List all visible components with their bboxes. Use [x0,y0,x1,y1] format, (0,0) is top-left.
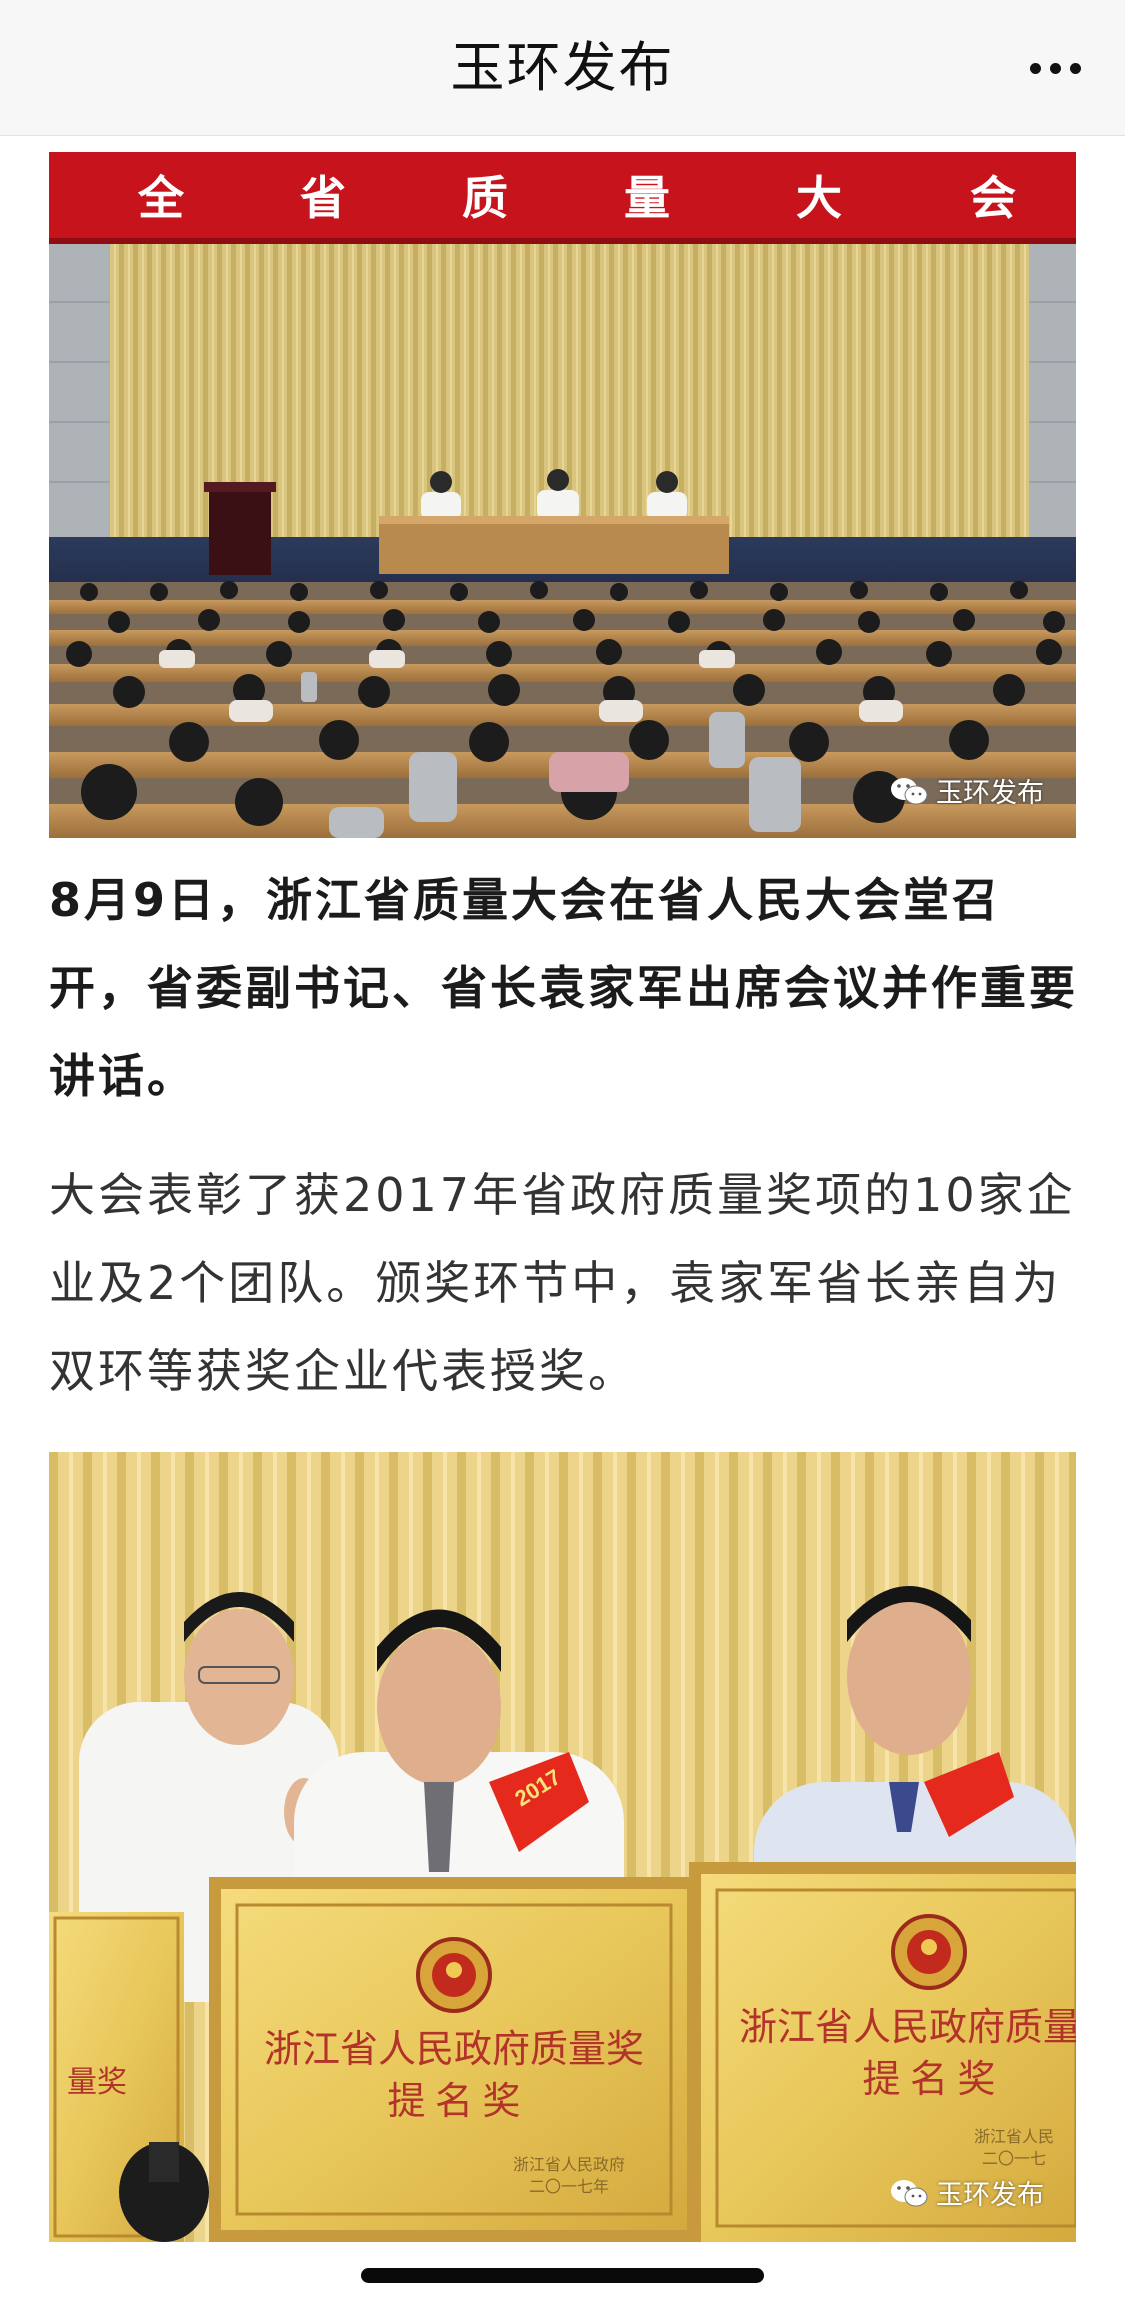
award-photo-art: 2017 量奖 浙江省人民政府质量奖 提 名 奖 浙江省人民政府 二〇一七年 浙… [49,1452,1076,2242]
wechat-icon [891,777,928,804]
plaque-issuer: 浙江省人民政府 [513,2156,625,2174]
watermark: 玉环发布 [890,2173,1044,2212]
plaque-edge-text: 量奖 [67,2066,127,2099]
award-photo[interactable]: 2017 量奖 浙江省人民政府质量奖 提 名 奖 浙江省人民政府 二〇一七年 浙… [49,1452,1076,2242]
nav-bar: 玉环发布 [0,0,1125,136]
banner-char-2: 省 [300,173,346,224]
plaque-year-right: 二〇一七 [982,2150,1046,2168]
more-ellipsis-icon[interactable] [1019,44,1091,92]
page-title: 玉环发布 [450,36,675,99]
plaque-title: 浙江省人民政府质量奖 [264,2029,644,2071]
home-indicator[interactable] [361,2268,764,2283]
watermark: 玉环发布 [890,771,1044,810]
conference-photo[interactable]: 全 省 质 量 大 会 玉环发布 [49,152,1076,838]
plaque-title-right: 浙江省人民政府质量 [739,2007,1076,2049]
conference-photo-art: 全 省 质 量 大 会 [49,152,1076,838]
plaque-subtitle-right: 提 名 奖 [862,2059,995,2101]
conference-banner [49,152,1076,242]
plaque-subtitle: 提 名 奖 [387,2081,520,2123]
banner-char-6: 会 [970,173,1016,224]
plaque-year: 二〇一七年 [529,2178,609,2196]
wechat-icon [891,2179,928,2206]
banner-char-3: 质 [462,173,508,224]
plaque-issuer-right: 浙江省人民 [974,2128,1054,2146]
banner-char-4: 量 [624,173,670,224]
banner-char-5: 大 [796,173,842,224]
banner-char-1: 全 [137,173,185,224]
watermark-text: 玉环发布 [936,2180,1044,2211]
watermark-text: 玉环发布 [936,778,1044,809]
article-paragraph-lead: 8月9日，浙江省质量大会在省人民大会堂召开，省委副书记、省长袁家军出席会议并作重… [49,873,1078,1103]
article-paragraph: 大会表彰了获2017年省政府质量奖项的10家企业及2个团队。颁奖环节中，袁家军省… [49,1168,1076,1398]
